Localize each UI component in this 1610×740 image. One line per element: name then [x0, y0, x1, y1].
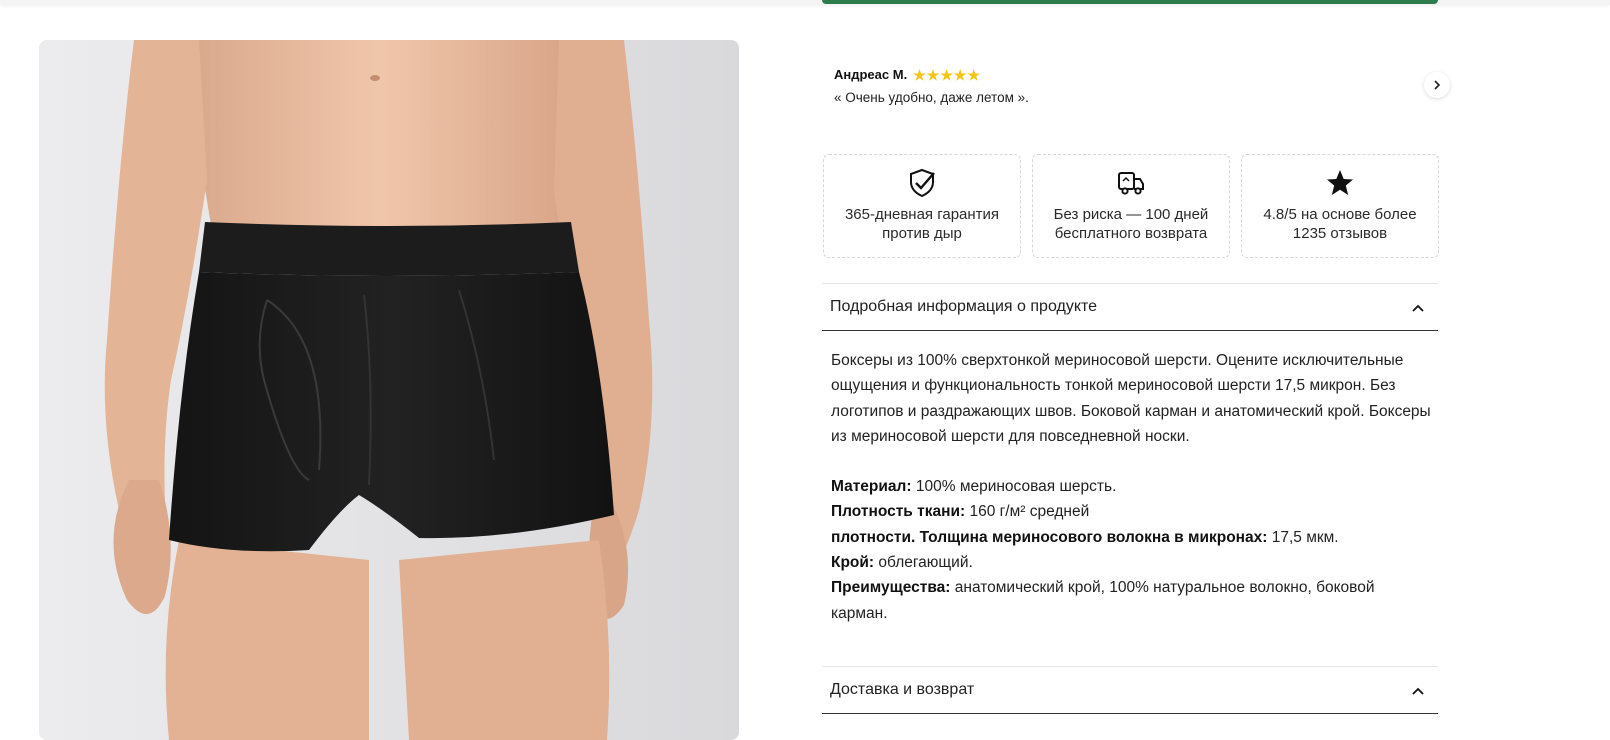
spec-label: Крой: — [831, 554, 875, 572]
spec-label: Материал: — [831, 478, 912, 496]
star-icon: ★ — [953, 66, 967, 83]
add-to-cart-button-edge[interactable] — [822, 0, 1438, 4]
star-icon: ★ — [967, 66, 980, 83]
review-quote: « Очень удобно, даже летом ». — [834, 90, 1029, 105]
accordion-title: Подробная информация о продукте — [830, 298, 1098, 315]
spec-value: 100% мериносовая шерсть. — [911, 478, 1117, 496]
accordion-delivery-returns[interactable]: Доставка и возврат — [822, 666, 1438, 714]
spec-fiber: плотности. Толщина мериносового волокна … — [831, 525, 1431, 550]
chevron-right-icon — [1434, 80, 1441, 90]
feature-text: 365-дневная гарантия против дыр — [844, 206, 1000, 242]
feature-guarantee: 365-дневная гарантия против дыр — [823, 154, 1021, 258]
product-image — [39, 40, 739, 740]
spec-value: 160 г/м² средней — [965, 503, 1090, 521]
spec-value: 17,5 мкм. — [1267, 528, 1339, 546]
product-details-content: Боксеры из 100% сверхтонкой мериносовой … — [831, 348, 1431, 626]
spec-benefits: Преимущества: анатомический крой, 100% н… — [831, 575, 1431, 626]
feature-returns: Без риска — 100 дней бесплатного возврат… — [1032, 154, 1230, 258]
rating-stars: ★ ★ ★ ★ ★ — [913, 68, 980, 82]
spec-label: Преимущества: — [831, 579, 951, 597]
spec-value: облегающий. — [874, 554, 973, 572]
feature-text: Без риска — 100 дней бесплатного возврат… — [1053, 206, 1209, 242]
feature-rating: 4.8/5 на основе более 1235 отзывов — [1241, 154, 1439, 258]
star-icon — [1324, 167, 1356, 199]
review-carousel: Андреас М. ★ ★ ★ ★ ★ « Очень удобно, даж… — [834, 64, 1454, 110]
spec-cut: Крой: облегающий. — [831, 550, 1431, 575]
feature-badges: 365-дневная гарантия против дыр Без риск… — [823, 154, 1439, 258]
chevron-up-icon — [1412, 300, 1438, 315]
review-author: Андреас М. ★ ★ ★ ★ ★ — [834, 66, 980, 83]
feature-text: 4.8/5 на основе более 1235 отзывов — [1263, 206, 1417, 242]
spec-label: Плотность ткани: — [831, 503, 966, 521]
spec-density: Плотность ткани: 160 г/м² средней — [831, 499, 1431, 524]
star-icon: ★ — [913, 66, 926, 83]
accordion-title: Доставка и возврат — [830, 681, 975, 698]
delivery-truck-icon — [1115, 167, 1147, 199]
review-next-button[interactable] — [1424, 72, 1450, 98]
chevron-up-icon — [1412, 683, 1438, 698]
star-icon: ★ — [926, 66, 940, 83]
product-description: Боксеры из 100% сверхтонкой мериносовой … — [831, 352, 1431, 445]
star-icon: ★ — [940, 66, 953, 83]
accordion-product-details[interactable]: Подробная информация о продукте — [822, 283, 1438, 331]
spec-label: плотности. Толщина мериносового волокна … — [831, 528, 1268, 546]
spec-material: Материал: 100% мериносовая шерсть. — [831, 474, 1431, 499]
shield-check-icon — [906, 167, 938, 199]
